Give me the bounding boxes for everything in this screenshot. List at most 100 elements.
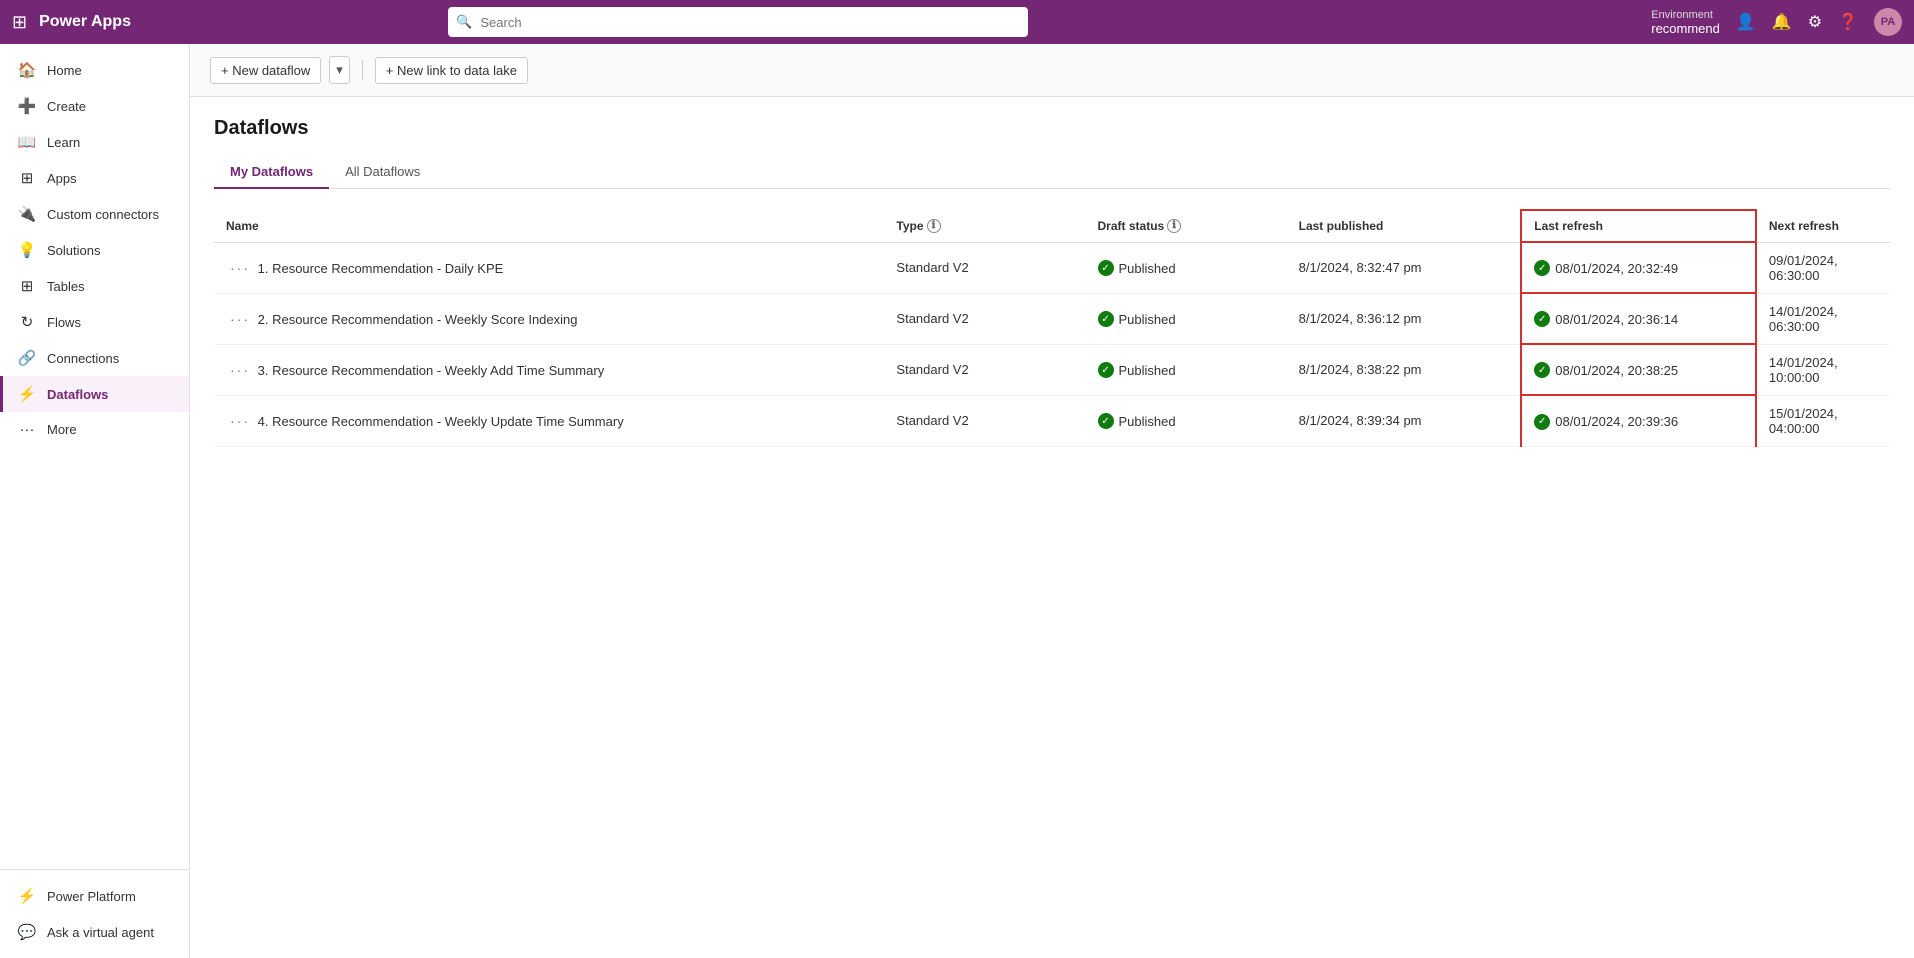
refresh-time: 08/01/2024, 20:32:49 [1555, 261, 1678, 276]
new-dataflow-button[interactable]: + New dataflow [210, 57, 321, 84]
app-title: Power Apps [39, 13, 131, 31]
notification-icon[interactable]: 🔔 [1772, 12, 1792, 32]
sidebar-item-label: Home [47, 63, 82, 78]
col-header-draft: Draft status ℹ [1086, 210, 1287, 242]
type-info-icon[interactable]: ℹ [927, 219, 941, 233]
refresh-time: 08/01/2024, 20:39:36 [1555, 414, 1678, 429]
row-next-refresh: 09/01/2024, 06:30:00 [1756, 242, 1890, 293]
sidebar-item-flows[interactable]: ↻ Flows [0, 304, 189, 340]
refresh-cell: ✓ 08/01/2024, 20:36:14 [1534, 311, 1678, 327]
col-header-type: Type ℹ [884, 210, 1085, 242]
row-name: 3. Resource Recommendation - Weekly Add … [258, 363, 605, 378]
search-input[interactable] [448, 7, 1028, 37]
dataflows-icon: ⚡ [17, 385, 37, 403]
toolbar: + New dataflow ▾ + New link to data lake [190, 44, 1914, 97]
status-icon: ✓ [1098, 260, 1114, 276]
content-area: + New dataflow ▾ + New link to data lake… [190, 44, 1914, 958]
sidebar-item-dataflows[interactable]: ⚡ Dataflows [0, 376, 189, 412]
tab-all-dataflows[interactable]: All Dataflows [329, 156, 436, 189]
row-draft-status: ✓ Published [1086, 395, 1287, 446]
status-badge: ✓ Published [1098, 260, 1176, 276]
row-more-btn[interactable]: ··· [226, 309, 254, 329]
sidebar-item-create[interactable]: ➕ Create [0, 88, 189, 124]
table-row: ··· 4. Resource Recommendation - Weekly … [214, 395, 1890, 446]
row-next-refresh: 14/01/2024, 10:00:00 [1756, 344, 1890, 395]
refresh-cell: ✓ 08/01/2024, 20:32:49 [1534, 260, 1678, 276]
sidebar-item-label: Connections [47, 351, 119, 366]
sidebar-item-label: Create [47, 99, 86, 114]
col-header-last-published: Last published [1287, 210, 1522, 242]
search-container: 🔍 [448, 7, 1028, 37]
refresh-time: 08/01/2024, 20:38:25 [1555, 363, 1678, 378]
row-type: Standard V2 [884, 395, 1085, 446]
sidebar-item-label: Learn [47, 135, 80, 150]
refresh-cell: ✓ 08/01/2024, 20:39:36 [1534, 414, 1678, 430]
apps-icon: ⊞ [17, 169, 37, 187]
waffle-icon[interactable]: ⊞ [12, 12, 27, 33]
row-name: 2. Resource Recommendation - Weekly Scor… [258, 312, 578, 327]
more-icon: ··· [17, 421, 37, 438]
new-dataflow-label: + New dataflow [221, 63, 310, 78]
refresh-status-icon: ✓ [1534, 311, 1550, 327]
col-header-last-refresh: Last refresh [1521, 210, 1756, 242]
sidebar-item-tables[interactable]: ⊞ Tables [0, 268, 189, 304]
sidebar-item-label: Ask a virtual agent [47, 925, 154, 940]
row-more-btn[interactable]: ··· [226, 360, 254, 380]
row-name: 4. Resource Recommendation - Weekly Upda… [258, 414, 624, 429]
status-label: Published [1119, 261, 1176, 276]
table-row: ··· 3. Resource Recommendation - Weekly … [214, 344, 1890, 395]
help-icon[interactable]: ❓ [1838, 12, 1858, 32]
sidebar-item-label: Solutions [47, 243, 100, 258]
row-draft-status: ✓ Published [1086, 242, 1287, 293]
sidebar-item-ask-agent[interactable]: 💬 Ask a virtual agent [0, 914, 189, 950]
environment-info: Environment recommend [1651, 9, 1720, 36]
status-badge: ✓ Published [1098, 413, 1176, 429]
sidebar-item-home[interactable]: 🏠 Home [0, 52, 189, 88]
avatar[interactable]: PA [1874, 8, 1902, 36]
tab-my-dataflows[interactable]: My Dataflows [214, 156, 329, 189]
learn-icon: 📖 [17, 133, 37, 151]
table-body: ··· 1. Resource Recommendation - Daily K… [214, 242, 1890, 446]
sidebar-item-apps[interactable]: ⊞ Apps [0, 160, 189, 196]
row-last-published: 8/1/2024, 8:32:47 pm [1287, 242, 1522, 293]
status-badge: ✓ Published [1098, 311, 1176, 327]
sidebar-item-more[interactable]: ··· More [0, 412, 189, 447]
status-label: Published [1119, 414, 1176, 429]
refresh-time: 08/01/2024, 20:36:14 [1555, 312, 1678, 327]
status-label: Published [1119, 312, 1176, 327]
sidebar-item-custom-connectors[interactable]: 🔌 Custom connectors [0, 196, 189, 232]
draft-info-icon[interactable]: ℹ [1167, 219, 1181, 233]
new-link-button[interactable]: + New link to data lake [375, 57, 528, 84]
tabs: My Dataflows All Dataflows [214, 156, 1890, 189]
connections-icon: 🔗 [17, 349, 37, 367]
sidebar-item-connections[interactable]: 🔗 Connections [0, 340, 189, 376]
status-icon: ✓ [1098, 413, 1114, 429]
sidebar-item-learn[interactable]: 📖 Learn [0, 124, 189, 160]
row-last-refresh: ✓ 08/01/2024, 20:38:25 [1521, 344, 1756, 395]
row-next-refresh: 14/01/2024, 06:30:00 [1756, 293, 1890, 344]
dataflow-dropdown[interactable]: ▾ [329, 56, 350, 84]
row-type: Standard V2 [884, 242, 1085, 293]
connectors-icon: 🔌 [17, 205, 37, 223]
new-link-label: + New link to data lake [386, 63, 517, 78]
status-icon: ✓ [1098, 311, 1114, 327]
settings-icon[interactable]: ⚙ [1808, 12, 1822, 32]
page-title: Dataflows [214, 117, 1890, 140]
ask-agent-icon: 💬 [17, 923, 37, 941]
tables-icon: ⊞ [17, 277, 37, 295]
row-more-btn[interactable]: ··· [226, 411, 254, 431]
person-icon[interactable]: 👤 [1736, 12, 1756, 32]
topbar: ⊞ Power Apps 🔍 Environment recommend 👤 🔔… [0, 0, 1914, 44]
row-more-btn[interactable]: ··· [226, 258, 254, 278]
sidebar-item-power-platform[interactable]: ⚡ Power Platform [0, 878, 189, 914]
row-type: Standard V2 [884, 344, 1085, 395]
row-draft-status: ✓ Published [1086, 344, 1287, 395]
row-next-refresh: 15/01/2024, 04:00:00 [1756, 395, 1890, 446]
row-name: 1. Resource Recommendation - Daily KPE [258, 261, 504, 276]
sidebar-item-solutions[interactable]: 💡 Solutions [0, 232, 189, 268]
create-icon: ➕ [17, 97, 37, 115]
row-last-published: 8/1/2024, 8:38:22 pm [1287, 344, 1522, 395]
toolbar-divider [362, 60, 363, 80]
sidebar-item-label: More [47, 422, 77, 437]
status-badge: ✓ Published [1098, 362, 1176, 378]
